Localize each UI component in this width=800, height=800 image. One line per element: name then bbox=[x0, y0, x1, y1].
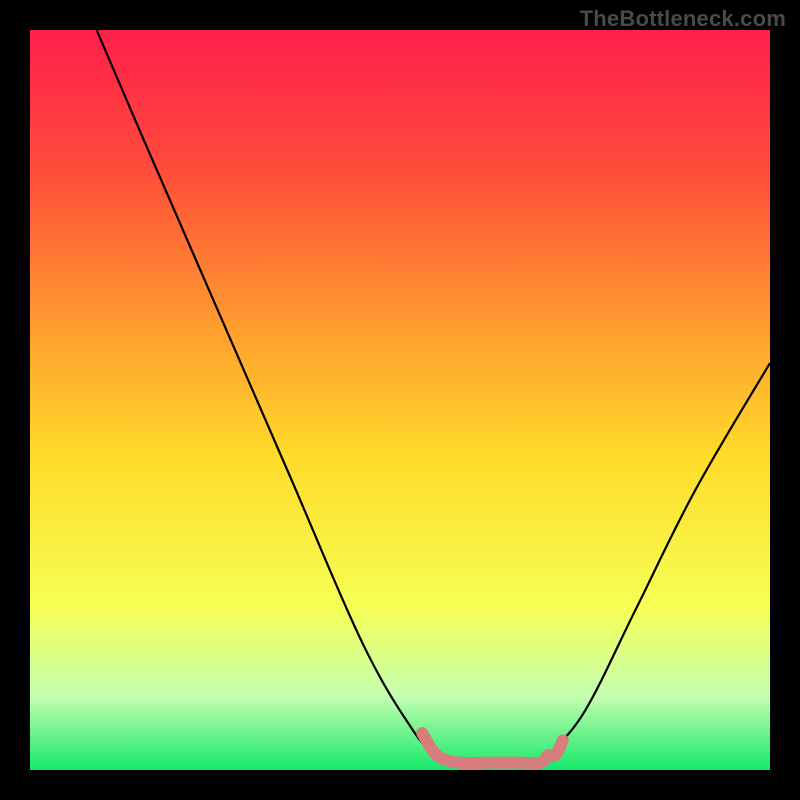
attribution-label: TheBottleneck.com bbox=[580, 6, 786, 32]
chart-frame: TheBottleneck.com bbox=[0, 0, 800, 800]
plot-background bbox=[30, 30, 770, 770]
bottleneck-chart bbox=[0, 0, 800, 800]
